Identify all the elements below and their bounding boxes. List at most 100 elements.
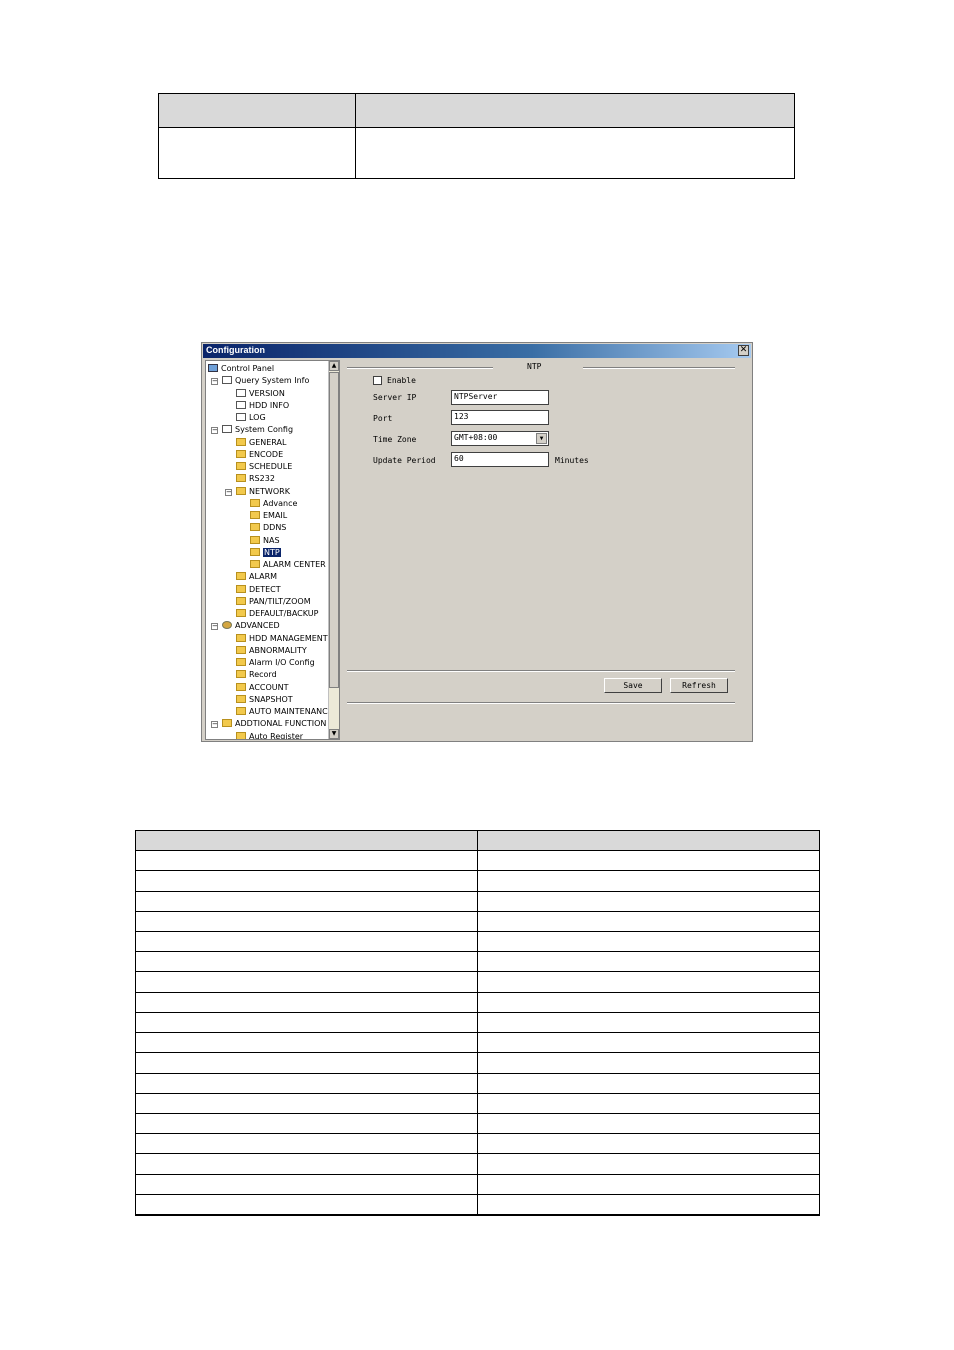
time-zone-select[interactable]: GMT+08:00 ▼ [451,431,549,446]
doc-icon [236,388,246,397]
scroll-thumb[interactable] [329,372,339,688]
tree-item[interactable]: System Config [222,424,293,436]
folder-icon [236,449,246,458]
tree-item-label: DEFAULT/BACKUP [249,609,319,618]
gear-icon [222,621,232,630]
tree-item[interactable]: VERSION [236,388,285,400]
tree-item[interactable]: EMAIL [250,510,287,522]
tree-item-label: ALARM CENTER [263,560,326,569]
settings-icon [222,425,232,434]
title-bar: Configuration ✕ [203,344,751,358]
scroll-up-icon[interactable]: ▲ [329,361,339,371]
folder-icon [236,437,246,446]
tree-item-label: SCHEDULE [249,462,293,471]
refresh-button[interactable]: Refresh [670,678,728,693]
tree-item[interactable]: AUTO MAINTENANCE [236,706,333,718]
tree-expander-icon[interactable]: − [211,427,218,435]
save-button[interactable]: Save [604,678,662,693]
time-zone-label: Time Zone [373,435,417,444]
tree-scrollbar[interactable]: ▲ ▼ [328,361,339,739]
chevron-down-icon[interactable]: ▼ [536,433,547,444]
tree-item[interactable]: DDNS [250,522,286,534]
tree-item[interactable]: NTP [250,547,281,559]
tree-item[interactable]: ABNORMALITY [236,645,307,657]
tree-item[interactable]: ENCODE [236,449,283,461]
window-title: Configuration [206,345,265,355]
folder-icon [222,719,232,728]
tree-expander-icon[interactable]: − [211,378,218,386]
tree-item[interactable]: ALARM CENTER [250,559,326,571]
tree-item[interactable]: Advance [250,498,297,510]
folder-icon [236,731,246,739]
tree-item[interactable]: ADDTIONAL FUNCTION [222,718,326,730]
bottom-table [135,830,820,1216]
tree-item-label: LOG [249,413,266,422]
update-period-input[interactable]: 60 [451,452,549,467]
enable-checkbox[interactable] [373,376,382,385]
tree-item-label: ABNORMALITY [249,645,307,655]
tree-item[interactable]: ACCOUNT [236,682,289,694]
tree-item-label: ADVANCED [235,621,280,631]
folder-icon [236,633,246,642]
doc-icon [236,400,246,409]
tree-item[interactable]: NAS [250,535,280,547]
tree-item[interactable]: Auto Register [236,731,304,740]
tree-item-label: EMAIL [263,511,288,520]
tree-item[interactable]: Alarm I/O Config [236,657,315,669]
close-icon[interactable]: ✕ [738,345,749,356]
tree-item-label: Advance [263,498,298,508]
folder-icon [236,645,246,654]
tree-item-label: AUTO MAINTENANCE [249,707,333,716]
doc-icon [222,376,232,385]
tree-item-label: Auto Register [249,731,304,740]
tree-item[interactable]: HDD MANAGEMENT [236,633,328,645]
tree-item-label: Record [249,670,277,680]
folder-icon [236,462,246,470]
tree-item-label: NAS [263,535,280,545]
tree-item[interactable]: DEFAULT/BACKUP [236,608,318,620]
group-border [347,367,493,369]
tree-item[interactable]: SNAPSHOT [236,694,293,706]
top-table-header [159,94,794,128]
folder-icon [236,682,246,691]
tree-item-label: Control Panel [221,364,275,373]
folder-icon [250,498,260,507]
tree-item[interactable]: SCHEDULE [236,461,292,473]
separator [347,702,735,704]
port-label: Port [373,414,393,423]
tree-item[interactable]: Record [236,669,277,681]
folder-icon [236,596,246,605]
tree-item-label: Query System Info [235,376,310,386]
tree-item[interactable]: RS232 [236,473,275,485]
tree-item[interactable]: PAN/TILT/ZOOM [236,596,311,608]
tree-item-label: ALARM [249,572,278,582]
tree-item[interactable]: LOG [236,412,266,424]
tree-item[interactable]: GENERAL [236,437,286,449]
tree-item[interactable]: HDD INFO [236,400,289,412]
tree-item[interactable]: Query System Info [222,375,309,387]
server-ip-input[interactable]: NTPServer [451,390,549,405]
tree-item[interactable]: Control Panel [208,363,274,375]
group-border [583,367,735,369]
tree-item-label: ACCOUNT [249,682,289,692]
pc-icon [208,364,218,372]
bottom-table-divider [477,831,478,1215]
tree-item-label: RS232 [249,474,275,484]
tree-item[interactable]: ALARM [236,571,277,583]
scroll-down-icon[interactable]: ▼ [329,729,339,739]
doc-icon [236,413,246,421]
group-title: NTP [527,362,542,371]
tree-expander-icon[interactable]: − [211,623,218,631]
config-tree: Control Panel − Query System Info VERSION HD… [205,360,340,740]
folder-icon [250,523,260,532]
tree-expander-icon[interactable]: − [211,721,218,729]
time-zone-value: GMT+08:00 [454,433,498,442]
tree-item[interactable]: ADVANCED [222,620,280,632]
tree-item-label: VERSION [249,388,285,398]
folder-icon [236,474,246,483]
tree-expander-icon[interactable]: − [225,488,232,496]
port-input[interactable]: 123 [451,410,549,425]
tree-item-label: HDD MANAGEMENT [249,633,328,643]
tree-item[interactable]: NETWORK [236,486,290,498]
tree-item[interactable]: DETECT [236,584,281,596]
